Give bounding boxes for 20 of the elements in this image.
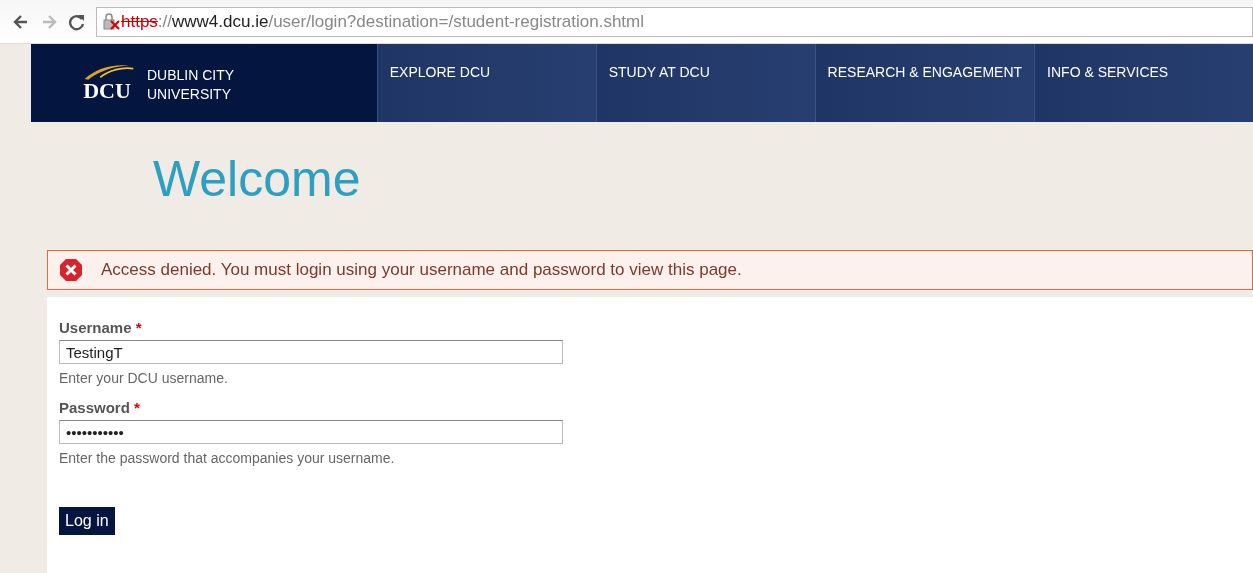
university-name: DUBLIN CITY UNIVERSITY bbox=[147, 66, 235, 104]
nav-link[interactable]: RESEARCH & ENGAGEMENT bbox=[814, 44, 1035, 122]
error-icon bbox=[59, 258, 83, 282]
error-text: Access denied. You must login using your username and password to view this page. bbox=[101, 260, 742, 280]
help-text: Enter the password that accompanies your username. bbox=[59, 450, 396, 466]
back-icon[interactable] bbox=[12, 12, 30, 31]
nav-link[interactable]: EXPLORE DCU bbox=[376, 44, 596, 122]
page-title: Welcome bbox=[153, 150, 362, 209]
login-button[interactable]: Log in bbox=[59, 507, 115, 535]
nav-link[interactable]: INFO & SERVICES bbox=[1034, 44, 1253, 122]
broken-lock-icon[interactable] bbox=[103, 12, 121, 31]
university-logo[interactable]: DCU bbox=[79, 63, 135, 103]
nav-link[interactable]: STUDY AT DCU bbox=[595, 44, 815, 122]
input-field[interactable]: ••••••••••• bbox=[59, 420, 563, 444]
field-label: Username * bbox=[59, 319, 143, 336]
help-text: Enter your DCU username. bbox=[59, 370, 229, 386]
address-bar[interactable]: https://www4.dcu.ie/user/login?destination=/student-registration.shtml bbox=[96, 6, 1253, 37]
field-label: Password * bbox=[59, 399, 141, 416]
reload-icon[interactable] bbox=[68, 12, 86, 31]
input-field[interactable]: TestingT bbox=[59, 340, 563, 364]
